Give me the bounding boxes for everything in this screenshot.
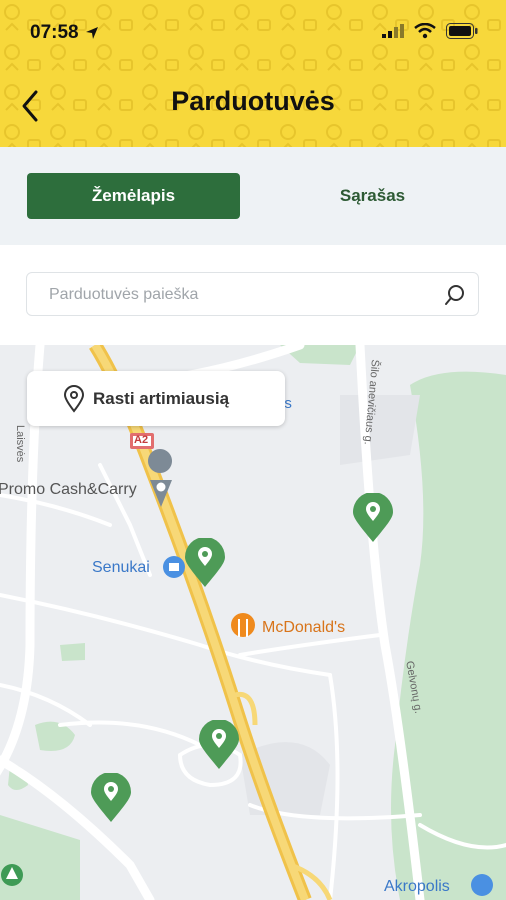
location-pin-icon	[63, 384, 85, 413]
map-label-promo: Promo Cash&Carry	[0, 481, 137, 498]
status-icons	[382, 23, 478, 39]
search-icon[interactable]	[444, 284, 466, 306]
map-base	[0, 345, 506, 900]
akropolis-shop-icon	[471, 874, 493, 896]
street-label-laisves: Laisvės	[14, 425, 26, 463]
search-box	[26, 272, 479, 317]
search-section	[0, 245, 506, 345]
poi-marker-dot	[156, 482, 166, 492]
store-pin[interactable]	[185, 538, 225, 588]
highway-label: A2	[134, 434, 149, 446]
battery-icon	[446, 23, 478, 39]
poi-marker	[148, 449, 173, 473]
location-arrow-icon	[85, 27, 98, 39]
find-nearest-label: Rasti artimiausią	[93, 388, 230, 408]
status-bar: 07:58	[0, 0, 506, 64]
tab-list[interactable]: Sąrašas	[266, 173, 479, 219]
find-nearest-button[interactable]: Rasti artimiausią	[27, 371, 285, 426]
search-input[interactable]	[47, 273, 441, 317]
block	[340, 395, 420, 465]
map-label-akropolis: Akropolis	[384, 878, 450, 895]
map-label-mcdonalds: McDonald's	[262, 619, 346, 636]
status-time: 07:58	[30, 22, 99, 44]
map-label-senukai: Senukai	[92, 559, 150, 576]
view-tabs: Žemėlapis Sąrašas	[0, 147, 506, 245]
map-view[interactable]: A2 Promo Cash&Carry Senukai McDonald's A…	[0, 345, 506, 900]
store-pin[interactable]	[199, 720, 239, 770]
status-time-text: 07:58	[30, 22, 79, 43]
tab-map[interactable]: Žemėlapis	[27, 173, 240, 219]
store-pin[interactable]	[353, 493, 393, 543]
header: 07:58 Parduotuvės	[0, 0, 506, 147]
signal-icon	[382, 24, 404, 38]
park-small-2	[60, 643, 85, 661]
wifi-icon	[414, 23, 436, 39]
mcdonalds-icon	[231, 613, 255, 637]
park-small-1	[35, 721, 75, 751]
park-area-left	[0, 815, 80, 900]
page-title: Parduotuvės	[171, 86, 335, 116]
store-pin[interactable]	[91, 773, 131, 823]
